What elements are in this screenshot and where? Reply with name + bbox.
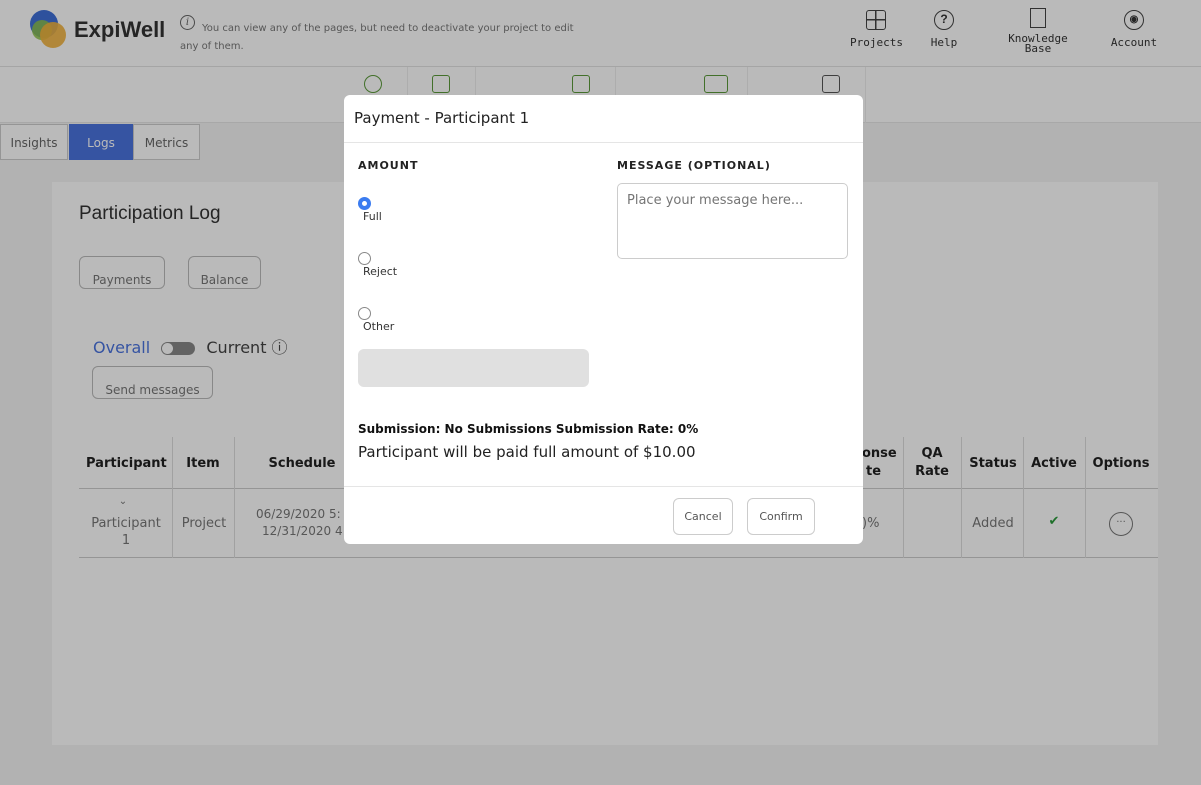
submission-info: Submission: No Submissions Submission Ra… (358, 422, 699, 436)
payment-modal: Payment - Participant 1 AMOUNT MESSAGE (… (344, 95, 863, 544)
confirm-button[interactable]: Confirm (747, 498, 815, 535)
radio-reject-label[interactable]: Reject (363, 265, 397, 278)
modal-header-divider (344, 142, 863, 143)
radio-other[interactable] (358, 307, 371, 320)
cancel-button[interactable]: Cancel (673, 498, 733, 535)
payment-summary: Participant will be paid full amount of … (358, 443, 696, 461)
modal-title: Payment - Participant 1 (354, 109, 530, 127)
message-textarea[interactable] (617, 183, 848, 259)
message-label: MESSAGE (OPTIONAL) (617, 159, 771, 172)
modal-footer-divider (344, 486, 863, 487)
radio-full-label[interactable]: Full (363, 210, 382, 223)
other-amount-input[interactable] (358, 349, 589, 387)
radio-other-label[interactable]: Other (363, 320, 394, 333)
radio-reject[interactable] (358, 252, 371, 265)
amount-label: AMOUNT (358, 159, 419, 172)
radio-full[interactable] (358, 197, 371, 210)
